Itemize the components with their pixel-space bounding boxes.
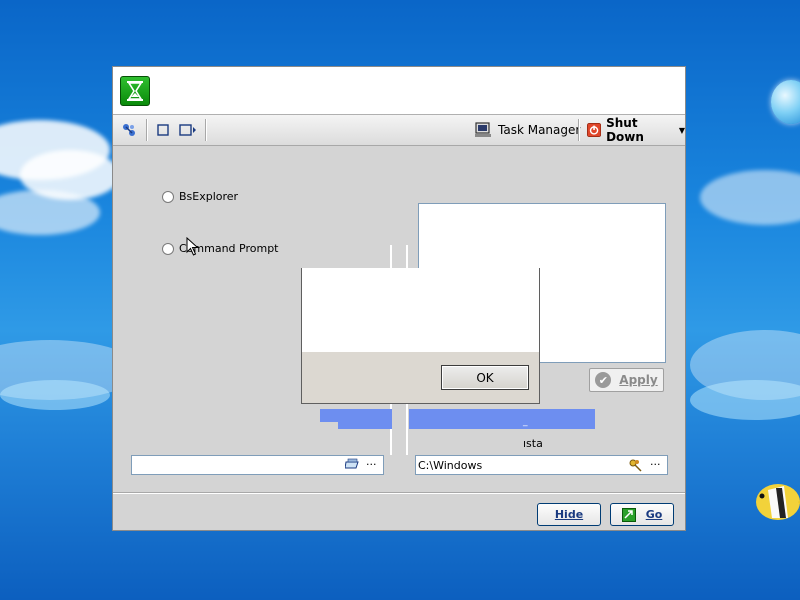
hourglass-icon xyxy=(120,76,150,106)
shutdown-label: Shut Down xyxy=(606,116,644,144)
go-icon xyxy=(621,507,636,522)
partial-label: ısta xyxy=(523,437,543,450)
progress-bar-left xyxy=(320,409,392,422)
globe-icon[interactable] xyxy=(771,80,800,124)
browse-button[interactable]: ··· xyxy=(650,458,661,471)
radio-bsexplorer[interactable] xyxy=(162,191,174,203)
go-button[interactable]: Go xyxy=(610,503,674,526)
switch-window-icon[interactable] xyxy=(179,120,197,140)
task-manager-label: Task Manager xyxy=(498,123,581,137)
message-dialog: OK xyxy=(301,268,540,404)
fish-icon xyxy=(748,470,800,530)
keys-icon[interactable] xyxy=(628,458,642,475)
network-icon[interactable] xyxy=(121,120,137,140)
browse-button[interactable]: ··· xyxy=(366,458,377,471)
hide-button[interactable]: Hide xyxy=(537,503,601,526)
checkmark-icon: ✔ xyxy=(595,372,612,388)
hide-label: Hide xyxy=(554,508,584,521)
progress-bar-right xyxy=(409,409,595,429)
divider xyxy=(113,492,685,494)
right-path-value: C:\Windows xyxy=(418,459,483,472)
progress-bar-left-tail xyxy=(338,422,392,429)
radio-command-prompt[interactable] xyxy=(162,243,174,255)
ok-button[interactable]: OK xyxy=(441,365,529,390)
dropdown-arrow-icon[interactable]: ▼ xyxy=(679,126,685,135)
dialog-footer: OK xyxy=(302,352,539,403)
shutdown-button[interactable]: Shut Down ▼ xyxy=(587,116,685,144)
title-bar xyxy=(113,67,685,115)
go-label: Go xyxy=(645,508,663,521)
monitor-icon xyxy=(475,122,491,137)
toolbar: Task Manager Shut Down ▼ xyxy=(113,115,685,146)
window-icon[interactable] xyxy=(156,120,170,140)
apply-button[interactable]: ✔ Apply xyxy=(589,368,664,392)
mouse-cursor-icon xyxy=(186,236,200,260)
drive-icon[interactable] xyxy=(344,458,359,473)
task-manager-button[interactable]: Task Manager xyxy=(474,120,580,140)
power-icon xyxy=(587,122,602,138)
radio-bsexplorer-label: BsExplorer xyxy=(179,190,239,203)
right-path-field[interactable]: C:\Windows ··· xyxy=(415,455,668,475)
bar-marker: _ xyxy=(523,417,528,427)
apply-label: Apply xyxy=(619,373,658,387)
left-path-field[interactable]: ··· xyxy=(131,455,384,475)
